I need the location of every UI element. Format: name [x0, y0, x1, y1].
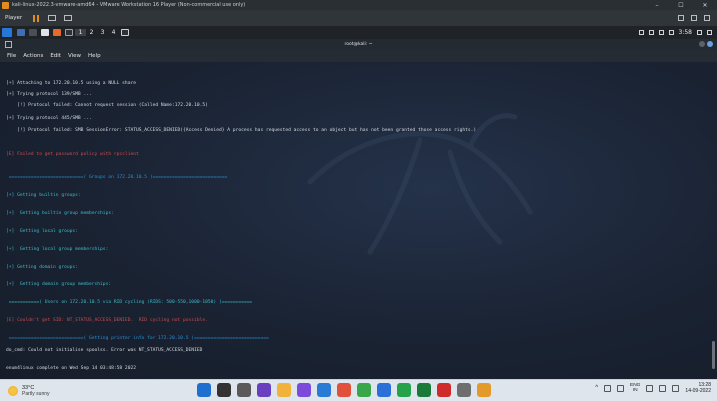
taskbar-app-icon[interactable] — [417, 383, 431, 397]
workspace-2[interactable]: 2 — [86, 29, 97, 36]
text-editor-icon[interactable] — [41, 29, 49, 36]
terminal-minimize-button[interactable] — [699, 41, 705, 47]
taskbar-app-icon[interactable] — [237, 383, 251, 397]
tray-app-icon[interactable] — [617, 384, 625, 392]
terminal-output[interactable]: [+] Attaching to 172.20.10.5 using a NUL… — [0, 62, 717, 379]
terminal-title: root@kali: ~ — [344, 42, 373, 47]
power-icon[interactable] — [707, 30, 712, 35]
menu-edit[interactable]: Edit — [50, 53, 61, 59]
taskbar-app-icon[interactable] — [377, 383, 391, 397]
terminal-line: [+] Getting domain group memberships: — [6, 282, 112, 287]
kali-menu-icon[interactable] — [2, 28, 12, 37]
pause-icon[interactable] — [31, 14, 41, 23]
lock-icon[interactable] — [697, 30, 702, 35]
fullscreen-icon[interactable] — [63, 14, 73, 23]
taskbar-app-icon[interactable] — [477, 383, 491, 397]
terminal-line: [+] Trying protocol 139/SMB ... — [6, 92, 92, 97]
terminal-error-line: [E] Failed to get password policy with r… — [6, 152, 139, 157]
notification-icon[interactable] — [658, 30, 664, 35]
terminal-line: [+] Getting builtin group memberships: — [6, 211, 114, 216]
speaker-icon[interactable] — [648, 30, 654, 35]
taskbar-app-icon[interactable] — [397, 383, 411, 397]
volume-icon[interactable] — [659, 384, 667, 392]
taskbar-app-icon[interactable] — [457, 383, 471, 397]
kali-top-panel: 1 2 3 4 3:58 — [0, 26, 717, 39]
terminal-error-line: [E] Couldn't get SID: NT_STATUS_ACCESS_D… — [6, 318, 208, 323]
section-header: ===========================( Groups on 1… — [6, 175, 228, 180]
terminal-close-button[interactable] — [707, 41, 713, 47]
vmware-window-title: kali-linux-2022.3-vmware-amd64 - VMware … — [12, 2, 246, 8]
terminal-line: [+] Trying protocol 445/SMB ... — [6, 116, 92, 121]
section-header: ===========( Users on 172.20.10.5 via RI… — [6, 300, 253, 305]
vmware-logo-icon — [2, 1, 9, 9]
kali-dragon-watermark-icon — [307, 113, 533, 255]
terminal-scrollbar[interactable] — [712, 341, 715, 369]
terminal-line: [+] Getting local group memberships: — [6, 247, 109, 252]
taskbar-app-icon[interactable] — [197, 383, 211, 397]
taskbar-app-icon[interactable] — [437, 383, 451, 397]
file-manager-icon[interactable] — [17, 29, 25, 36]
terminal-line: [+] Getting builtin groups: — [6, 193, 81, 198]
taskbar-clock[interactable]: 13:28 14-09-2022 — [685, 382, 711, 394]
taskbar-app-icon[interactable] — [277, 383, 291, 397]
show-hidden-icons-icon[interactable]: ^ — [595, 385, 598, 391]
system-tray: 3:58 — [638, 29, 712, 36]
windows-taskbar: 33°C Partly sunny ^ ENG IN 13:28 14-09-2… — [0, 379, 717, 401]
firefox-icon[interactable] — [53, 29, 61, 36]
taskbar-app-icon[interactable] — [317, 383, 331, 397]
active-window-icon[interactable] — [121, 29, 129, 36]
vmware-title-bar: kali-linux-2022.3-vmware-amd64 - VMware … — [0, 0, 717, 10]
terminal-line: [+] Getting local groups: — [6, 229, 78, 234]
close-button[interactable]: ✕ — [693, 2, 717, 9]
taskbar-tray: ^ ENG IN 13:28 14-09-2022 — [595, 382, 711, 394]
send-keys-icon[interactable] — [47, 14, 57, 23]
wifi-icon[interactable] — [646, 384, 654, 392]
section-header: ===========================( Getting pri… — [6, 336, 269, 341]
menu-view[interactable]: View — [68, 53, 81, 59]
minimize-button[interactable]: – — [645, 2, 669, 9]
terminal-line: do_cmd: Could not initialise spoolss. Er… — [6, 348, 203, 353]
language-indicator[interactable]: ENG IN — [630, 383, 640, 394]
menu-file[interactable]: File — [7, 53, 16, 59]
taskbar-app-icon[interactable] — [337, 383, 351, 397]
window-controls: – ☐ ✕ — [645, 2, 717, 9]
taskbar-app-icon[interactable] — [217, 383, 231, 397]
battery-icon[interactable] — [668, 30, 674, 35]
taskbar-app-icon[interactable] — [297, 383, 311, 397]
taskbar-apps — [197, 383, 491, 397]
taskbar-app-icon[interactable] — [357, 383, 371, 397]
weather-widget[interactable]: 33°C Partly sunny — [8, 385, 98, 397]
battery-icon[interactable] — [672, 384, 680, 392]
terminal-menubar: File Actions Edit View Help — [0, 50, 717, 62]
tray-app-icon[interactable] — [604, 384, 612, 392]
network-icon[interactable] — [691, 15, 697, 21]
workspace-4[interactable]: 4 — [108, 29, 119, 36]
terminal-line: [+] Getting domain groups: — [6, 265, 78, 270]
weather-condition: Partly sunny — [22, 390, 50, 397]
partly-sunny-icon — [8, 385, 18, 396]
terminal-line: [+] Attaching to 172.20.10.5 using a NUL… — [6, 81, 136, 86]
player-menu[interactable]: Player — [5, 15, 22, 21]
vmware-toolbar: Player — [0, 10, 717, 26]
clock-date: 14-09-2022 — [685, 388, 711, 394]
terminal-icon[interactable] — [65, 29, 73, 36]
panel-clock: 3:58 — [678, 29, 692, 36]
screen-icon[interactable] — [638, 30, 644, 35]
workspace-3[interactable]: 3 — [97, 29, 108, 36]
taskbar-app-icon[interactable] — [257, 383, 271, 397]
vm-device-icons — [678, 15, 710, 21]
menu-help[interactable]: Help — [88, 53, 101, 59]
terminal-line: [!] Protocol failed: SMB SessionError: S… — [6, 128, 477, 133]
workspace-1[interactable]: 1 — [75, 29, 86, 36]
region-code: IN — [632, 388, 638, 393]
terminal-line: enum4linux complete on Wed Sep 14 03:48:… — [6, 366, 136, 371]
usb-icon[interactable] — [704, 15, 710, 21]
terminal-window-icon — [5, 41, 12, 48]
terminal-line: [!] Protocol failed: Cannot request sess… — [6, 103, 208, 108]
terminal-launcher-icon[interactable] — [29, 29, 37, 36]
device-icon[interactable] — [678, 15, 684, 21]
terminal-titlebar: root@kali: ~ — [0, 39, 717, 50]
maximize-button[interactable]: ☐ — [669, 2, 693, 9]
menu-actions[interactable]: Actions — [23, 53, 43, 59]
